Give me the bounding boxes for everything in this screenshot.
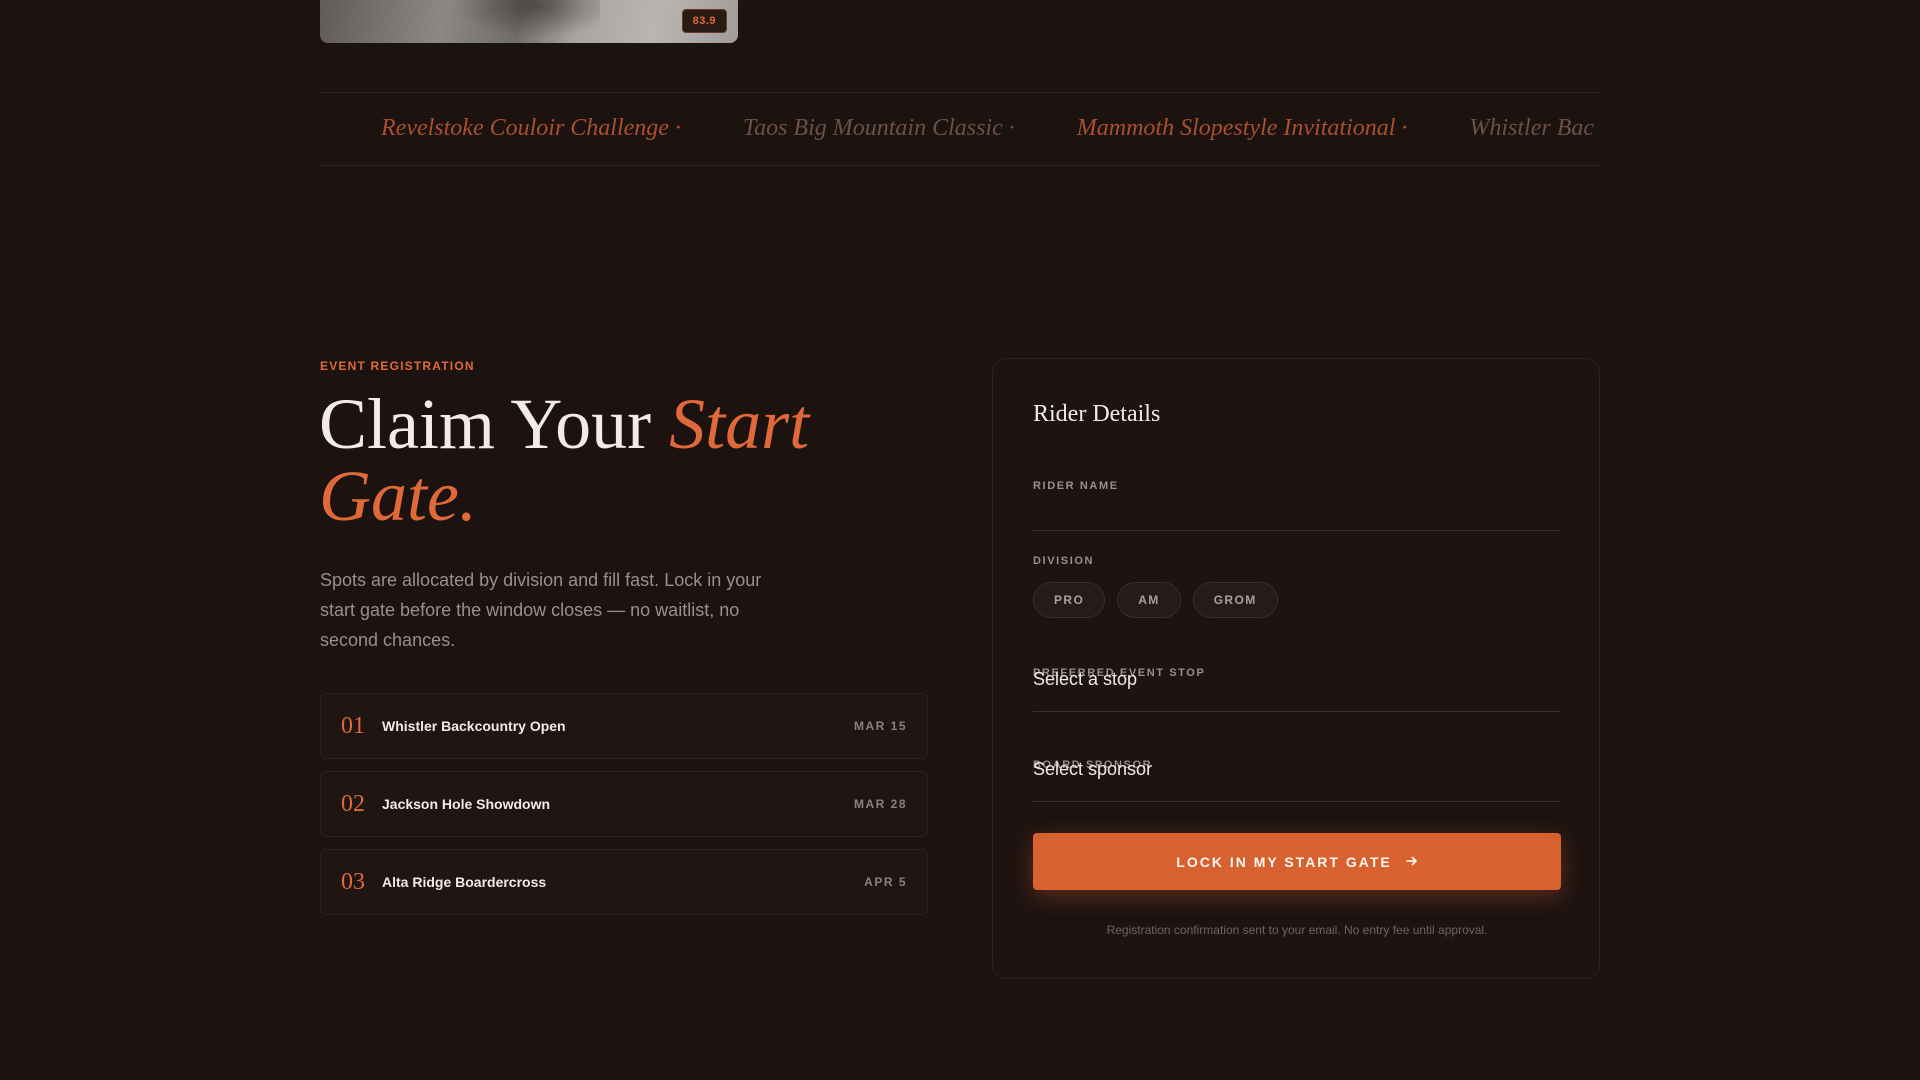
confirmation-note: Registration confirmation sent to your e… xyxy=(1106,923,1488,937)
event-date: MAR 15 xyxy=(853,719,907,733)
arrow-right-icon xyxy=(1405,854,1418,870)
list-item: 02 Jackson Hole Showdown MAR 28 xyxy=(320,771,928,837)
title-plain: Claim Your xyxy=(319,384,670,464)
section-eyebrow: EVENT REGISTRATION xyxy=(320,359,475,373)
list-item: 03 Alta Ridge Boardercross APR 5 xyxy=(320,849,928,915)
division-chip-grom[interactable]: GROM xyxy=(1192,582,1278,618)
hero-image-texture xyxy=(440,0,600,43)
event-number: 01 xyxy=(341,712,365,739)
event-number: 03 xyxy=(341,868,365,895)
event-name: Alta Ridge Boardercross xyxy=(382,874,547,890)
ticker-track: Revelstoke Couloir Challenge · Taos Big … xyxy=(381,115,1600,142)
hero-score-badge: 83.9 xyxy=(681,9,727,33)
event-list: 01 Whistler Backcountry Open MAR 15 02 J… xyxy=(320,693,928,927)
sponsor-select[interactable]: Select sponsor xyxy=(1033,759,1561,802)
division-chip-group: PRO AM GROM xyxy=(1033,582,1290,618)
event-name: Jackson Hole Showdown xyxy=(382,796,551,812)
event-number: 02 xyxy=(341,790,365,817)
list-item: 01 Whistler Backcountry Open MAR 15 xyxy=(320,693,928,759)
event-date: MAR 28 xyxy=(853,797,907,811)
division-label: DIVISION xyxy=(1033,555,1095,567)
submit-label: LOCK IN MY START GATE xyxy=(1176,853,1392,870)
ticker-item: Revelstoke Couloir Challenge · xyxy=(381,115,681,141)
ticker-item: Whistler Bac xyxy=(1469,115,1595,141)
division-chip-am[interactable]: AM xyxy=(1117,582,1181,618)
hero-image-card: 83.9 xyxy=(320,0,738,43)
form-title: Rider Details xyxy=(1033,401,1161,427)
division-chip-pro[interactable]: PRO xyxy=(1033,582,1106,618)
event-date: APR 5 xyxy=(864,875,907,889)
lock-in-start-gate-button[interactable]: LOCK IN MY START GATE xyxy=(1033,833,1561,890)
rider-name-input[interactable] xyxy=(1033,495,1561,531)
page-title: Claim Your Start Gate. xyxy=(319,388,919,532)
rider-details-form: Rider Details RIDER NAME DIVISION PRO AM… xyxy=(992,358,1600,979)
rider-name-label: RIDER NAME xyxy=(1033,480,1119,492)
ticker-item: Mammoth Slopestyle Invitational · xyxy=(1076,115,1408,141)
lead-paragraph: Spots are allocated by division and fill… xyxy=(320,570,762,650)
event-stop-select[interactable]: Select a stop xyxy=(1033,669,1561,712)
event-name: Whistler Backcountry Open xyxy=(382,718,566,734)
ticker-item: Taos Big Mountain Classic · xyxy=(742,115,1015,141)
event-ticker: Revelstoke Couloir Challenge · Taos Big … xyxy=(320,92,1600,166)
page: 83.9 Revelstoke Couloir Challenge · Taos… xyxy=(0,0,1920,1080)
